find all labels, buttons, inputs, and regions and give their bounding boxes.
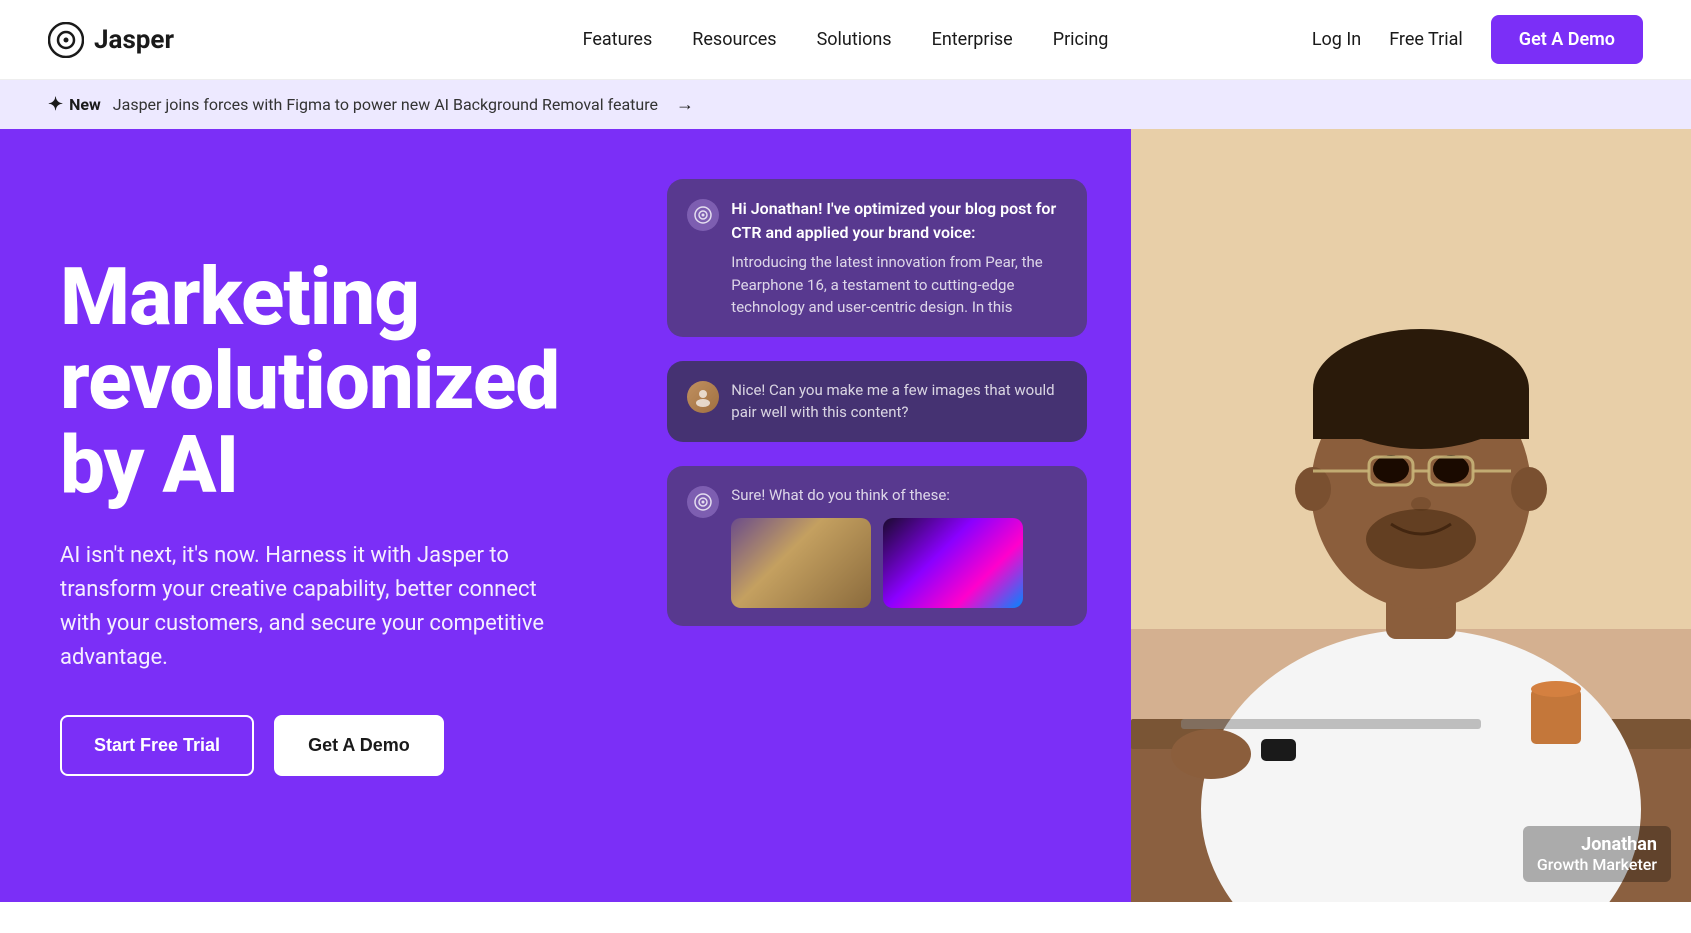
nav-pricing[interactable]: Pricing [1053, 29, 1109, 50]
person-photo: Jonathan Growth Marketer [1131, 129, 1691, 902]
hero-section: Marketing revolutionized by AI AI isn't … [0, 129, 1691, 902]
login-link[interactable]: Log In [1312, 29, 1361, 50]
announcement-arrow: → [676, 94, 694, 115]
hero-right: Hi Jonathan! I've optimized your blog po… [607, 129, 1691, 902]
nav-resources[interactable]: Resources [692, 29, 776, 50]
ai-icon-3 [687, 486, 719, 518]
navbar: Jasper Features Resources Solutions Ente… [0, 0, 1691, 80]
chat-area: Hi Jonathan! I've optimized your blog po… [667, 179, 1087, 626]
navbar-actions: Log In Free Trial Get A Demo [1312, 15, 1643, 64]
nav-links: Features Resources Solutions Enterprise … [583, 29, 1109, 50]
get-demo-button[interactable]: Get A Demo [1491, 15, 1643, 64]
hero-subtext: AI isn't next, it's now. Harness it with… [60, 539, 550, 675]
announcement-badge: ✦ New [48, 94, 101, 115]
bubble-2-content: Nice! Can you make me a few images that … [731, 379, 1067, 424]
chat-bubble-1: Hi Jonathan! I've optimized your blog po… [667, 179, 1087, 337]
bubble-1-title: Hi Jonathan! I've optimized your blog po… [731, 197, 1067, 245]
start-free-trial-button[interactable]: Start Free Trial [60, 715, 254, 776]
person-role: Growth Marketer [1537, 855, 1657, 874]
announcement-badge-text: New [69, 95, 101, 114]
generated-image-2 [883, 518, 1023, 608]
jasper-logo-icon [48, 22, 84, 58]
bubble-3-content: Sure! What do you think of these: [731, 484, 1067, 609]
logo-text: Jasper [94, 25, 174, 55]
person-illustration [1131, 129, 1691, 902]
sparkle-icon: ✦ [48, 94, 63, 115]
bubble-1-content: Hi Jonathan! I've optimized your blog po… [731, 197, 1067, 319]
bubble-2-text: Nice! Can you make me a few images that … [731, 379, 1067, 424]
chat-bubble-3: Sure! What do you think of these: [667, 466, 1087, 627]
person-label: Jonathan Growth Marketer [1523, 826, 1671, 882]
free-trial-link[interactable]: Free Trial [1389, 29, 1463, 50]
bubble-1-body: Introducing the latest innovation from P… [731, 251, 1067, 319]
nav-enterprise[interactable]: Enterprise [932, 29, 1013, 50]
ai-icon-1 [687, 199, 719, 231]
get-demo-hero-button[interactable]: Get A Demo [274, 715, 444, 776]
bubble-images [731, 518, 1067, 608]
user-avatar [687, 381, 719, 413]
generated-image-1 [731, 518, 871, 608]
nav-solutions[interactable]: Solutions [817, 29, 892, 50]
chat-bubble-2: Nice! Can you make me a few images that … [667, 361, 1087, 442]
hero-left: Marketing revolutionized by AI AI isn't … [0, 129, 607, 902]
announcement-bar[interactable]: ✦ New Jasper joins forces with Figma to … [0, 80, 1691, 129]
hero-buttons: Start Free Trial Get A Demo [60, 715, 559, 776]
logo-link[interactable]: Jasper [48, 22, 174, 58]
announcement-text: Jasper joins forces with Figma to power … [113, 95, 658, 114]
hero-headline: Marketing revolutionized by AI [60, 255, 559, 507]
bubble-3-text: Sure! What do you think of these: [731, 484, 1067, 507]
nav-features[interactable]: Features [583, 29, 653, 50]
person-name: Jonathan [1537, 834, 1657, 855]
